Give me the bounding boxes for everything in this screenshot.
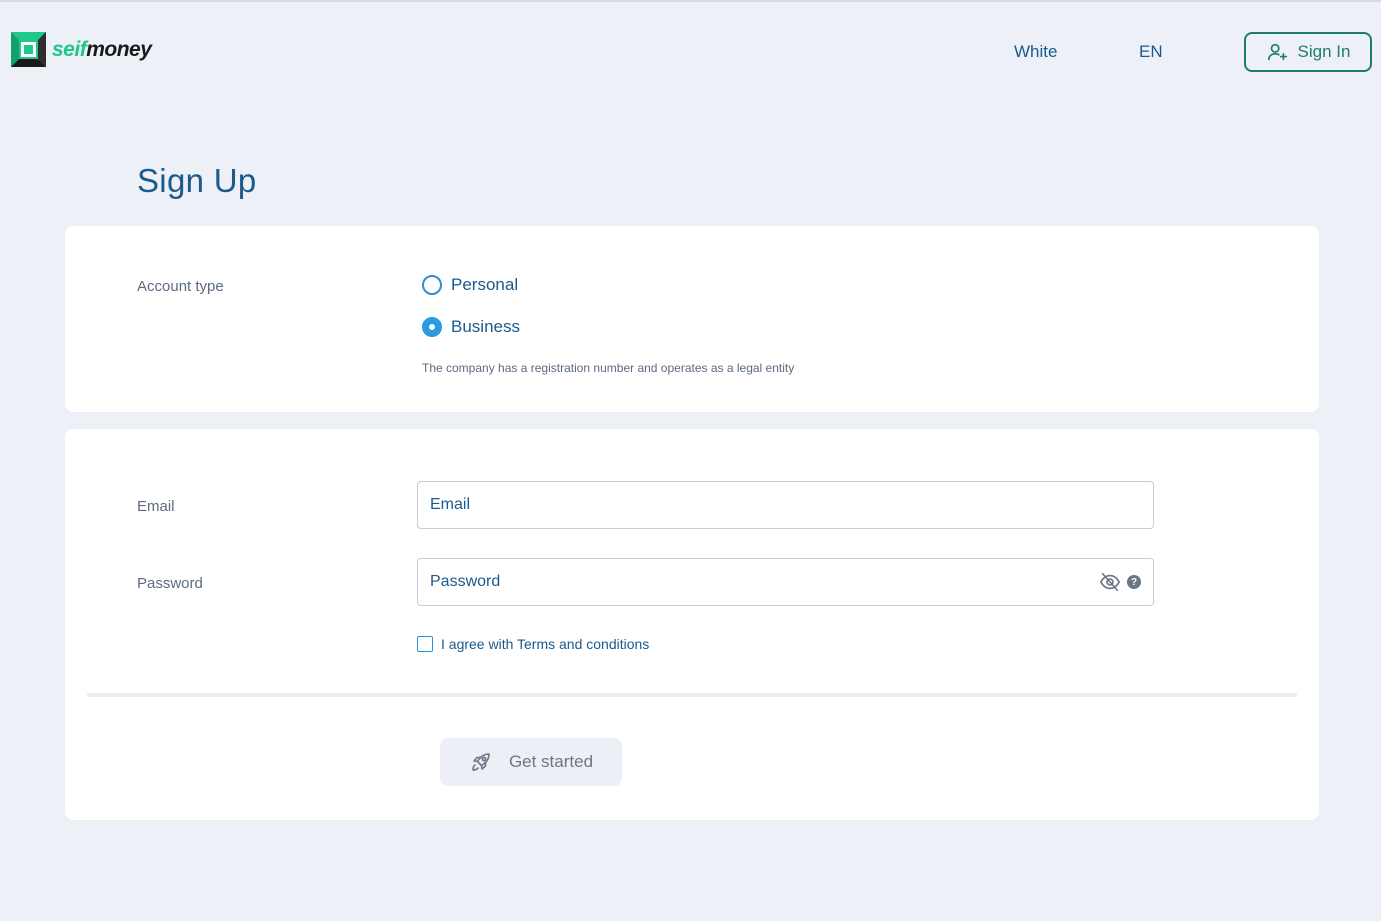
password-field[interactable] (430, 573, 1099, 591)
radio-business[interactable]: Business (422, 317, 520, 337)
email-field-wrapper[interactable] (417, 481, 1154, 529)
email-field[interactable] (430, 496, 1141, 514)
email-label: Email (137, 498, 175, 515)
account-type-card: Account type Personal Business The compa… (65, 226, 1319, 412)
brand-logo[interactable]: seifmoney (11, 32, 152, 67)
brand-name-part2: money (86, 37, 152, 61)
credentials-card: Email Password ? I agree with Terms and … (65, 429, 1319, 820)
password-label: Password (137, 575, 203, 592)
radio-personal-label: Personal (451, 275, 519, 294)
page-title: Sign Up (137, 162, 257, 199)
brand-name: seifmoney (52, 37, 152, 62)
add-user-icon (1267, 43, 1287, 61)
sign-in-label: Sign In (1297, 42, 1351, 61)
terms-checkbox[interactable] (417, 636, 433, 652)
get-started-button[interactable]: Get started (440, 738, 622, 786)
brand-name-part1: seif (52, 37, 87, 61)
top-header: seifmoney White EN Sign In (0, 2, 1381, 98)
form-divider (87, 693, 1297, 697)
get-started-label: Get started (508, 752, 594, 771)
sign-in-button[interactable]: Sign In (1244, 32, 1372, 72)
account-type-hint: The company has a registration number an… (422, 361, 795, 375)
logo-mark-icon (11, 32, 46, 67)
password-icons: ? (1099, 571, 1141, 593)
radio-business-label: Business (451, 317, 520, 336)
language-selector[interactable]: EN (1139, 42, 1163, 62)
eye-off-icon[interactable] (1099, 571, 1121, 593)
rocket-icon (472, 753, 490, 771)
radio-personal[interactable]: Personal (422, 275, 518, 295)
password-field-wrapper[interactable]: ? (417, 558, 1154, 606)
theme-selector[interactable]: White (1014, 42, 1057, 62)
terms-label[interactable]: I agree with Terms and conditions (441, 636, 649, 652)
radio-personal-indicator[interactable] (422, 275, 442, 295)
radio-business-indicator[interactable] (422, 317, 442, 337)
terms-agreement[interactable]: I agree with Terms and conditions (417, 636, 649, 652)
password-help-icon[interactable]: ? (1127, 575, 1141, 589)
account-type-label: Account type (137, 278, 224, 295)
